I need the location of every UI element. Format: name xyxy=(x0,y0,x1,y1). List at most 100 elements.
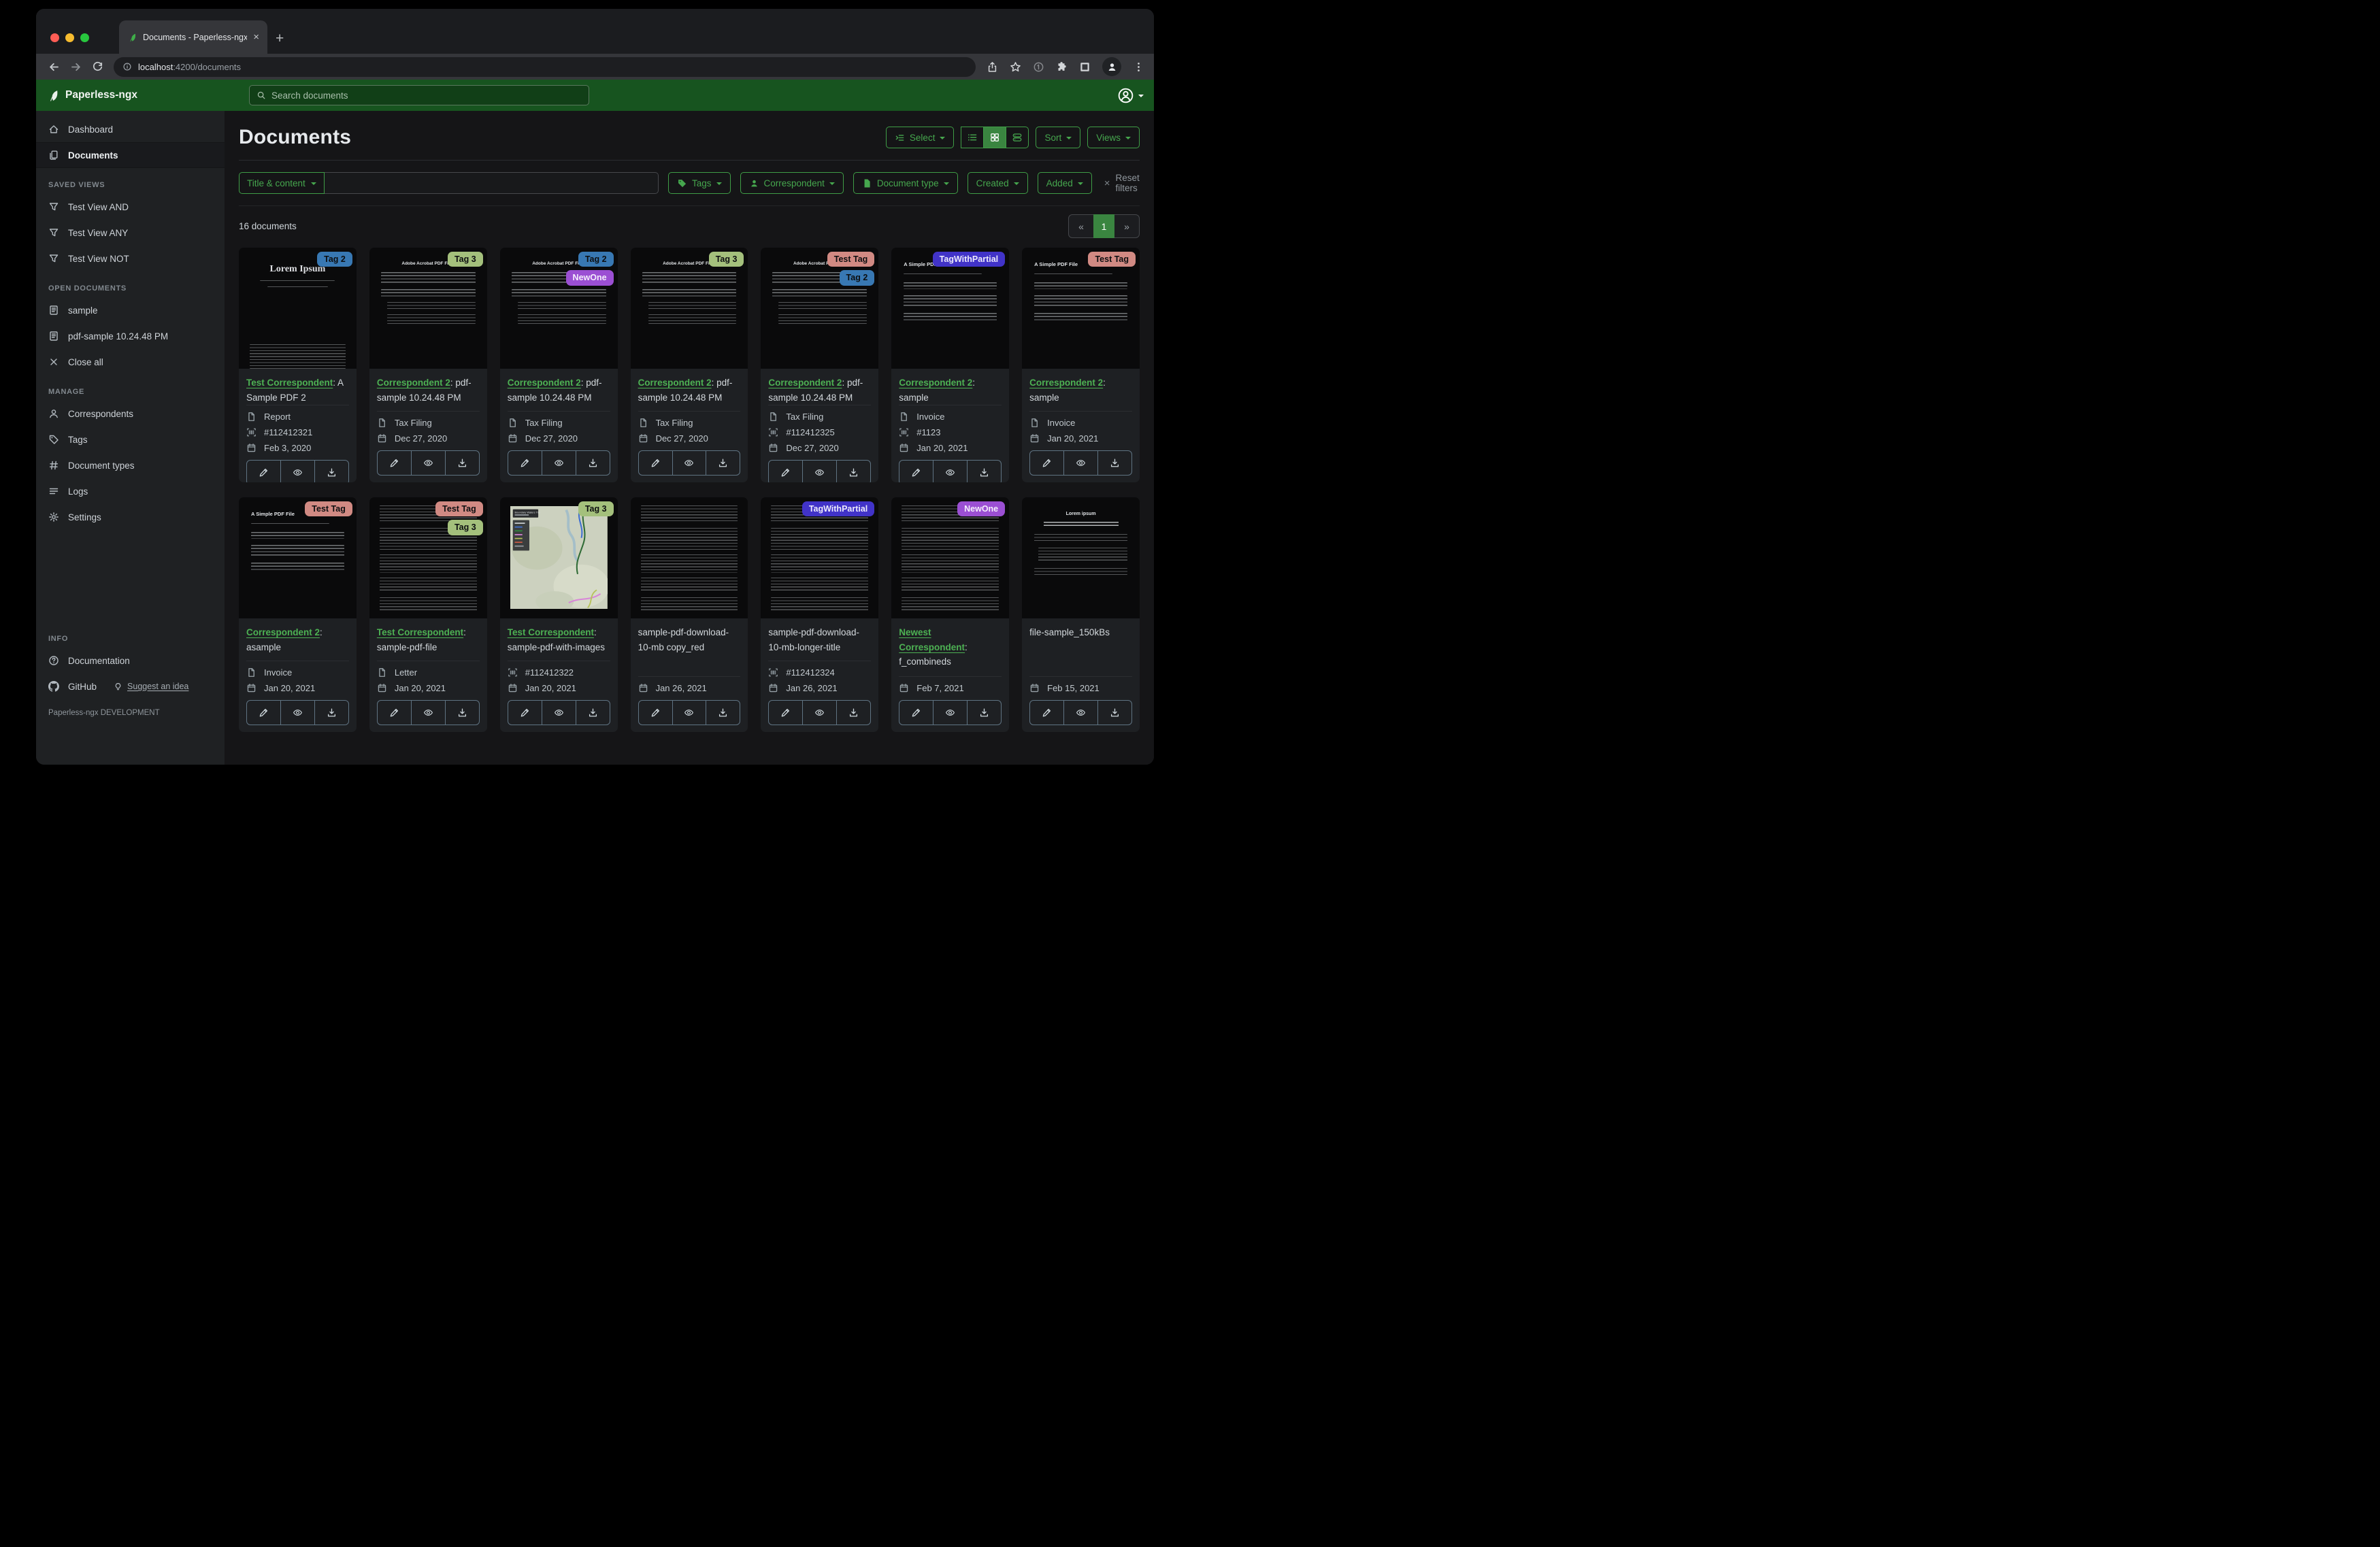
card-action-button[interactable] xyxy=(445,701,479,725)
card-action-button[interactable] xyxy=(899,701,933,725)
filter-dropdown-button[interactable]: Created xyxy=(968,172,1028,194)
browser-tab[interactable]: Documents - Paperless-ngx × xyxy=(119,20,267,54)
share-icon[interactable] xyxy=(987,61,998,73)
view-mode-button[interactable] xyxy=(961,127,984,148)
card-action-button[interactable] xyxy=(411,451,445,475)
bookmark-star-icon[interactable] xyxy=(1010,61,1021,73)
sidebar-item[interactable]: Correspondents xyxy=(36,401,225,427)
user-menu[interactable] xyxy=(1117,87,1144,104)
pagination-prev[interactable]: « xyxy=(1068,214,1094,238)
search-input[interactable] xyxy=(271,90,582,101)
sidebar-item[interactable]: Test View NOT xyxy=(36,246,225,271)
sidebar-item[interactable]: Tags xyxy=(36,427,225,452)
pagination-page-1[interactable]: 1 xyxy=(1093,214,1114,238)
sidebar-item[interactable]: Documentation xyxy=(36,648,225,673)
card-action-button[interactable] xyxy=(639,701,672,725)
filter-dropdown-button[interactable]: Document type xyxy=(853,172,958,194)
tag-badge[interactable]: NewOne xyxy=(566,270,614,285)
card-action-button[interactable] xyxy=(967,701,1001,725)
card-action-button[interactable] xyxy=(1030,701,1063,725)
card-action-button[interactable] xyxy=(802,461,836,482)
forward-button[interactable] xyxy=(67,59,84,75)
sidebar-item[interactable]: Logs xyxy=(36,478,225,504)
card-action-button[interactable] xyxy=(769,701,802,725)
sidebar-item[interactable]: GitHub Suggest an idea xyxy=(36,673,225,699)
filter-dropdown-button[interactable]: Added xyxy=(1038,172,1092,194)
tag-badge[interactable]: TagWithPartial xyxy=(933,252,1005,267)
card-action-button[interactable] xyxy=(314,701,348,725)
document-thumbnail[interactable]: Lorem ipsum xyxy=(1022,497,1140,618)
views-button[interactable]: Views xyxy=(1087,127,1140,148)
back-button[interactable] xyxy=(46,59,62,75)
select-button[interactable]: Select xyxy=(886,127,955,148)
card-action-button[interactable] xyxy=(769,461,802,482)
sidebar-item[interactable]: Dashboard xyxy=(36,116,225,142)
tag-badge[interactable]: Test Tag xyxy=(305,501,352,516)
tag-badge[interactable]: Tag 3 xyxy=(578,501,614,516)
card-action-button[interactable] xyxy=(542,451,576,475)
correspondent-link[interactable]: Correspondent 2 xyxy=(768,378,842,388)
card-action-button[interactable] xyxy=(1063,451,1097,475)
view-mode-button[interactable] xyxy=(983,127,1006,148)
card-action-button[interactable] xyxy=(1097,451,1131,475)
sidebar-item[interactable]: Test View AND xyxy=(36,194,225,220)
tag-badge[interactable]: Test Tag xyxy=(435,501,483,516)
extensions-puzzle-icon[interactable] xyxy=(1056,61,1068,73)
tag-badge[interactable]: Tag 2 xyxy=(578,252,614,267)
suggest-idea-link[interactable]: Suggest an idea xyxy=(114,682,188,691)
correspondent-link[interactable]: Newest Correspondent xyxy=(899,627,965,652)
view-mode-button[interactable] xyxy=(1006,127,1029,148)
correspondent-link[interactable]: Test Correspondent xyxy=(377,627,463,637)
card-action-button[interactable] xyxy=(672,701,706,725)
correspondent-link[interactable]: Test Correspondent xyxy=(508,627,594,637)
sidebar-item[interactable]: sample xyxy=(36,297,225,323)
card-action-button[interactable] xyxy=(378,451,411,475)
card-action-button[interactable] xyxy=(280,701,314,725)
reset-filters-button[interactable]: × Reset filters xyxy=(1104,173,1140,193)
card-action-button[interactable] xyxy=(508,701,542,725)
card-action-button[interactable] xyxy=(1097,701,1131,725)
card-action-button[interactable] xyxy=(836,461,870,482)
card-action-button[interactable] xyxy=(445,451,479,475)
card-action-button[interactable] xyxy=(836,701,870,725)
filter-text-input[interactable] xyxy=(325,172,659,194)
filter-dropdown-button[interactable]: Correspondent xyxy=(740,172,844,194)
correspondent-link[interactable]: Correspondent 2 xyxy=(508,378,581,388)
tag-badge[interactable]: NewOne xyxy=(957,501,1005,516)
sort-button[interactable]: Sort xyxy=(1036,127,1080,148)
sidebar-item[interactable]: Documents xyxy=(36,142,225,168)
card-action-button[interactable] xyxy=(314,461,348,482)
card-action-button[interactable] xyxy=(1063,701,1097,725)
tag-badge[interactable]: TagWithPartial xyxy=(802,501,874,516)
correspondent-link[interactable]: Correspondent 2 xyxy=(377,378,450,388)
sidebar-panel-icon[interactable] xyxy=(1079,61,1091,73)
zoom-window-button[interactable] xyxy=(80,33,89,42)
extension-badge-icon[interactable] xyxy=(1033,61,1044,73)
card-action-button[interactable] xyxy=(672,451,706,475)
new-tab-button[interactable]: + xyxy=(276,31,284,46)
tag-badge[interactable]: Tag 2 xyxy=(840,270,875,285)
correspondent-link[interactable]: Correspondent 2 xyxy=(1029,378,1103,388)
site-info-icon[interactable] xyxy=(122,62,132,71)
tag-badge[interactable]: Test Tag xyxy=(1088,252,1136,267)
tag-badge[interactable]: Tag 2 xyxy=(317,252,352,267)
card-action-button[interactable] xyxy=(247,461,280,482)
tag-badge[interactable]: Tag 3 xyxy=(448,520,483,535)
card-action-button[interactable] xyxy=(967,461,1001,482)
filter-dropdown-button[interactable]: Tags xyxy=(668,172,731,194)
card-action-button[interactable] xyxy=(802,701,836,725)
url-bar[interactable]: localhost:4200/documents xyxy=(114,57,976,77)
card-action-button[interactable] xyxy=(1030,451,1063,475)
tab-close-icon[interactable]: × xyxy=(253,32,259,42)
card-action-button[interactable] xyxy=(378,701,411,725)
sidebar-item[interactable]: Test View ANY xyxy=(36,220,225,246)
sidebar-item[interactable]: Document types xyxy=(36,452,225,478)
browser-profile-avatar[interactable] xyxy=(1102,57,1121,76)
tag-badge[interactable]: Test Tag xyxy=(827,252,875,267)
card-action-button[interactable] xyxy=(280,461,314,482)
pagination-next[interactable]: » xyxy=(1114,214,1140,238)
reload-button[interactable] xyxy=(89,59,105,75)
correspondent-link[interactable]: Correspondent 2 xyxy=(899,378,972,388)
close-window-button[interactable] xyxy=(50,33,59,42)
card-action-button[interactable] xyxy=(508,451,542,475)
